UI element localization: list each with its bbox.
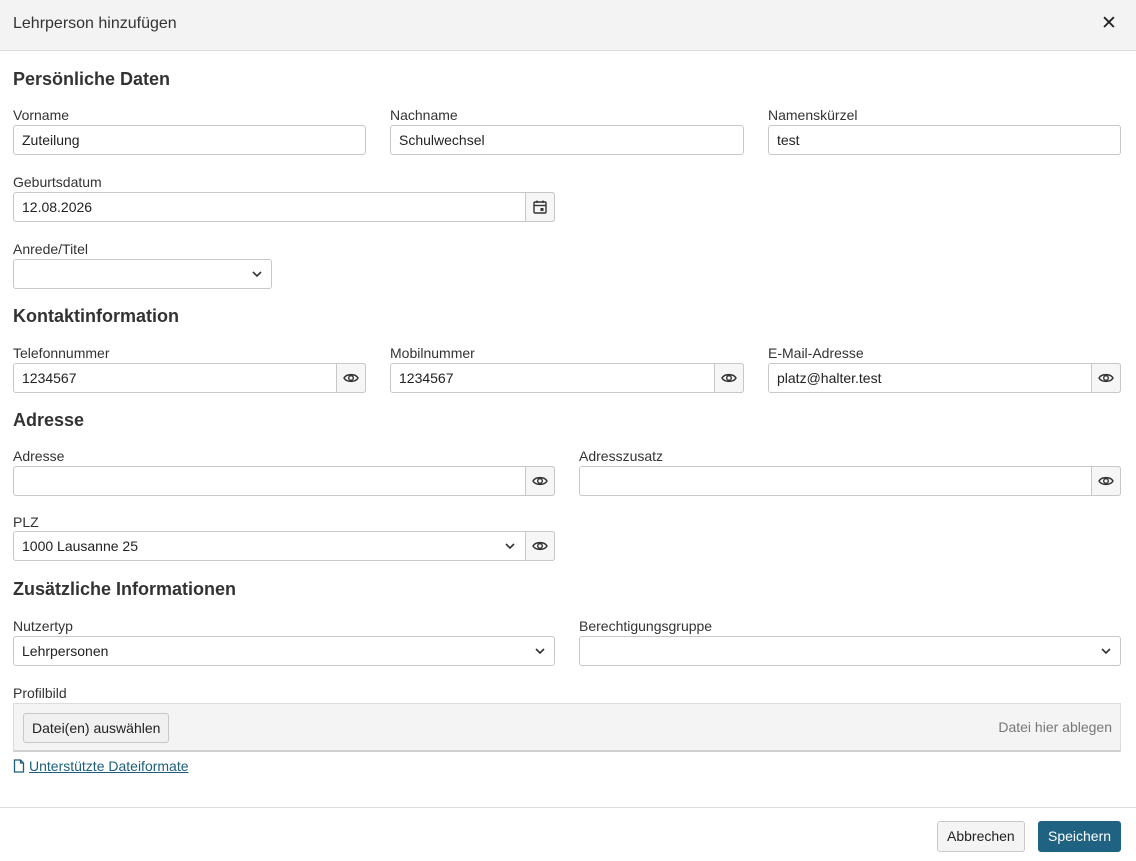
chevron-down-icon [252,271,262,278]
profilbild-label: Profilbild [13,685,67,701]
plz-visibility-button[interactable] [525,531,555,561]
vorname-label: Vorname [13,107,70,123]
save-button[interactable]: Speichern [1038,821,1122,852]
nutzertyp-label: Nutzertyp [13,618,73,634]
plz-select[interactable]: 1000 Lausanne 25 [13,531,555,561]
email-visibility-button[interactable] [1091,363,1121,393]
telefon-visibility-button[interactable] [336,363,366,393]
berechtigung-label: Berechtigungsgruppe [579,618,713,634]
berechtigung-select[interactable] [579,636,1121,666]
nachname-value: Schulwechsel [399,132,485,148]
nachname-input[interactable]: Schulwechsel [390,125,744,155]
dialog-footer: Abbrechen Speichern [0,807,1136,861]
dialog-header: Lehrperson hinzufügen ✕ [0,0,1136,51]
dialog-title: Lehrperson hinzufügen [13,15,177,32]
adresse-input[interactable] [13,466,555,496]
vorname-value: Zuteilung [22,132,80,148]
mobil-input[interactable]: 1234567 [390,363,744,393]
adresszusatz-visibility-button[interactable] [1091,466,1121,496]
mobil-value: 1234567 [399,370,454,386]
mobil-visibility-button[interactable] [714,363,744,393]
cancel-button[interactable]: Abbrechen [937,821,1025,852]
chevron-down-icon [535,648,545,655]
file-icon [13,759,25,773]
nutzertyp-select[interactable]: Lehrpersonen [13,636,555,666]
plz-value: 1000 Lausanne 25 [22,538,138,554]
telefon-label: Telefonnummer [13,345,110,361]
geburtsdatum-value: 12.08.2026 [22,199,93,215]
chevron-down-icon [1101,648,1111,655]
section-title-address: Adresse [13,410,85,430]
mobil-label: Mobilnummer [390,345,475,361]
close-icon[interactable]: ✕ [1100,14,1118,34]
telefon-value: 1234567 [22,370,77,386]
adresse-visibility-button[interactable] [525,466,555,496]
nutzertyp-value: Lehrpersonen [22,643,109,659]
adresszusatz-label: Adresszusatz [579,448,664,464]
adresse-label: Adresse [13,448,65,464]
file-dropzone[interactable]: Datei(en) auswählen Datei hier ablegen [13,703,1121,752]
eye-icon [721,373,737,383]
email-label: E-Mail-Adresse [768,345,864,361]
supported-formats-link[interactable]: Unterstützte Dateiformate [13,758,189,774]
eye-icon [1098,476,1114,486]
choose-files-button[interactable]: Datei(en) auswählen [23,713,170,743]
chevron-down-icon [505,543,515,550]
geburtsdatum-input[interactable]: 12.08.2026 [13,192,555,222]
section-title-contact: Kontaktinformation [13,306,179,326]
anrede-select[interactable] [13,259,272,289]
nachname-label: Nachname [390,107,458,123]
telefon-input[interactable]: 1234567 [13,363,366,393]
calendar-icon [533,200,547,214]
email-value: platz@halter.test [777,370,882,386]
eye-icon [1098,373,1114,383]
kuerzel-input[interactable]: test [768,125,1121,155]
section-title-personal: Persönliche Daten [13,69,171,89]
anrede-label: Anrede/Titel [13,241,88,257]
drop-hint: Datei hier ablegen [998,719,1112,735]
eye-icon [532,476,548,486]
adresszusatz-input[interactable] [579,466,1121,496]
eye-icon [343,373,359,383]
supported-formats-label: Unterstützte Dateiformate [29,758,189,774]
geburtsdatum-label: Geburtsdatum [13,174,102,190]
section-title-additional: Zusätzliche Informationen [13,579,237,599]
vorname-input[interactable]: Zuteilung [13,125,366,155]
email-input[interactable]: platz@halter.test [768,363,1121,393]
plz-label: PLZ [13,514,39,530]
eye-icon [532,541,548,551]
kuerzel-label: Namenskürzel [768,107,858,123]
calendar-button[interactable] [525,192,555,222]
kuerzel-value: test [777,132,800,148]
